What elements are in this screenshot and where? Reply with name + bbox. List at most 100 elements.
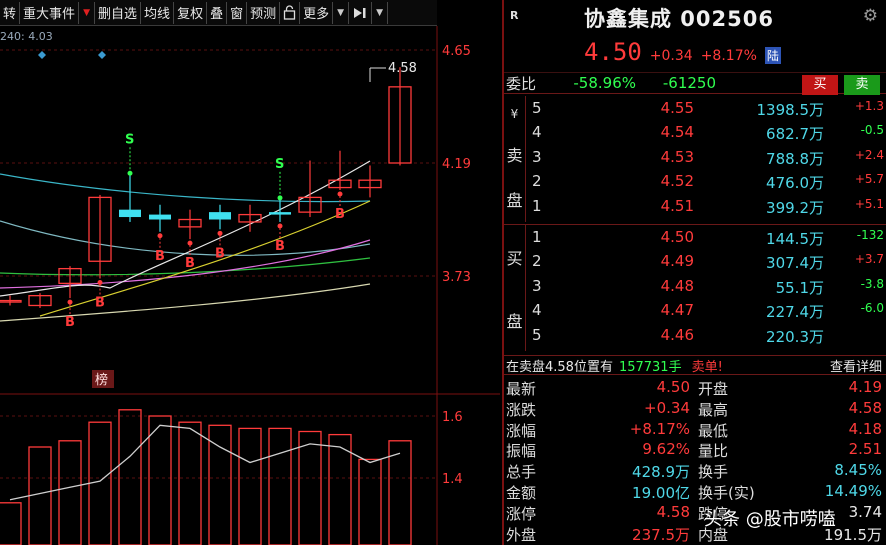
buy-signal-label: B — [275, 239, 285, 254]
play-to-end-icon[interactable] — [349, 1, 373, 24]
bid-price: 4.47 — [660, 301, 694, 320]
ask-volume: 399.2万 — [766, 198, 824, 217]
gear-icon[interactable]: ⚙ — [863, 6, 878, 26]
view-details-link[interactable]: 查看详细 — [830, 356, 886, 375]
bang-badge: 榜 — [95, 372, 108, 388]
ask-delta: +5.7 — [854, 172, 884, 187]
order-alert-line: 在卖盘4.58位置有 157731手 卖单! 查看详细 — [504, 355, 886, 375]
sell-signal-label: S — [125, 132, 134, 147]
weibi-row: 委比 -58.96% -61250 买 卖 — [504, 72, 886, 95]
volume-bar — [268, 427, 292, 545]
toolbar-item-more[interactable]: 更多 — [300, 1, 334, 24]
major-events-dropdown-icon[interactable]: ▼ — [79, 1, 96, 24]
stat-label: 外盘 — [506, 525, 537, 544]
volume-average-line — [9, 424, 401, 501]
lock-icon[interactable] — [280, 1, 301, 24]
toolbar-item-major-events[interactable]: 重大事件 — [20, 1, 80, 24]
lu-badge: 陆 — [764, 47, 781, 64]
toolbar-item-moving-average[interactable]: 均线 — [141, 1, 175, 24]
stat-value: 4.18 — [848, 419, 882, 438]
candle-body — [149, 214, 171, 220]
volume-tick-label: 1.6 — [442, 410, 463, 425]
alert-tag: 卖单! — [691, 359, 723, 375]
stat-value: +0.34 — [644, 398, 690, 417]
stat-label: 换手(实) — [698, 483, 755, 502]
stat-label: 换手 — [698, 463, 729, 482]
bid-row[interactable]: 3 4.48 55.1万 -3.8 — [528, 274, 886, 298]
stat-value: 4.50 — [656, 378, 690, 396]
weibi-diff: -61250 — [662, 74, 716, 92]
bid-level: 3 — [532, 276, 542, 295]
ask-price: 4.54 — [660, 123, 694, 142]
volume-bar — [148, 415, 172, 545]
bid-row[interactable]: 5 4.46 220.3万 — [528, 323, 886, 347]
price-tick-label: 4.19 — [442, 157, 471, 172]
buy-signal-label: B — [65, 315, 75, 330]
kline-chart[interactable]: 240: 4.03 4.65 4.19 3.73 1.6 1.4 BBBBBBB… — [0, 26, 500, 545]
play-dropdown-icon[interactable]: ▼ — [372, 1, 389, 24]
stat-row: 涨跌 +0.34 最高 4.58 — [504, 398, 886, 419]
toolbar-item-overlay[interactable]: 叠 — [207, 1, 228, 24]
ask-row[interactable]: 4 4.54 682.7万 -0.5 — [528, 120, 886, 144]
stat-row: 最新 4.50 开盘 4.19 — [504, 377, 886, 398]
weibi-pct: -58.96% — [573, 74, 636, 92]
ask-row[interactable]: 5 4.55 1398.5万 +1.3 — [528, 96, 886, 120]
ask-row[interactable]: 2 4.52 476.0万 +5.7 — [528, 169, 886, 193]
stat-row: 总手 428.9万 换手 8.45% — [504, 460, 886, 481]
bid-book: 买 盘 1 4.50 144.5万 -132 2 4.49 307.4万 +3.7 3 4.48 5… — [504, 224, 886, 351]
toolbar-item-window[interactable]: 窗 — [227, 1, 248, 24]
stat-label: 开盘 — [698, 380, 729, 398]
more-dropdown-icon[interactable]: ▼ — [333, 1, 350, 24]
r-flag: R — [510, 9, 519, 22]
volume-bar — [88, 421, 112, 545]
ask-delta: +5.1 — [854, 196, 884, 211]
bid-side-label: 买 盘 — [504, 225, 526, 351]
ask-price: 4.55 — [660, 99, 694, 117]
ask-level: 1 — [532, 196, 542, 215]
stat-label: 涨幅 — [506, 421, 537, 440]
bid-row[interactable]: 2 4.49 307.4万 +3.7 — [528, 249, 886, 273]
weibi-label: 委比 — [506, 74, 537, 93]
candle-body — [269, 212, 291, 215]
price-tick-label: 3.73 — [442, 270, 471, 285]
bid-volume: 220.3万 — [766, 327, 824, 346]
bid-row[interactable]: 1 4.50 144.5万 -132 — [528, 225, 886, 249]
toolbar-item-zhuan[interactable]: 转 — [0, 1, 21, 24]
ask-price: 4.51 — [660, 196, 694, 215]
toolbar-item-remove-watchlist[interactable]: 删自选 — [95, 1, 142, 24]
stat-value: 4.58 — [848, 398, 882, 417]
sell-signal-dot — [277, 195, 283, 201]
toolbar-item-adjust[interactable]: 复权 — [174, 1, 208, 24]
buy-signal-dot — [67, 299, 73, 305]
buy-button[interactable]: 买 — [802, 75, 838, 95]
sell-signal-label: S — [275, 157, 284, 172]
price-change-pct: +8.17% — [700, 48, 757, 64]
volume-bar — [58, 440, 82, 545]
volume-bar — [358, 458, 382, 545]
ask-volume: 476.0万 — [766, 174, 824, 193]
price-tick-label: 4.65 — [442, 44, 471, 59]
bid-delta: -6.0 — [860, 301, 884, 316]
bid-volume: 307.4万 — [766, 254, 824, 273]
stat-row: 涨幅 +8.17% 最低 4.18 — [504, 419, 886, 440]
bid-volume: 227.4万 — [766, 303, 824, 322]
stock-title: 协鑫集成 002506 — [584, 7, 774, 31]
sell-button[interactable]: 卖 — [844, 75, 880, 95]
bid-delta: -132 — [856, 228, 884, 242]
ask-price: 4.53 — [660, 147, 694, 166]
event-diamond-icon — [38, 51, 46, 59]
buy-signal-dot — [217, 230, 223, 236]
ask-level: 4 — [532, 123, 542, 142]
stat-label: 总手 — [506, 463, 537, 482]
stat-label: 最新 — [506, 380, 537, 398]
volume-bar — [208, 424, 232, 545]
ask-level: 2 — [532, 172, 542, 191]
stat-label: 涨停 — [506, 504, 537, 523]
ask-level: 3 — [532, 147, 542, 166]
ask-row[interactable]: 1 4.51 399.2万 +5.1 — [528, 194, 886, 218]
toolbar-item-forecast[interactable]: 预测 — [247, 1, 281, 24]
chart-canvas[interactable]: 4.65 4.19 3.73 1.6 1.4 B B B B B B B S S 4.58 榜 — [0, 26, 500, 545]
bid-row[interactable]: 4 4.47 227.4万 -6.0 — [528, 298, 886, 322]
ma-line-teal — [0, 220, 371, 256]
ask-row[interactable]: 3 4.53 788.8万 +2.4 — [528, 145, 886, 169]
